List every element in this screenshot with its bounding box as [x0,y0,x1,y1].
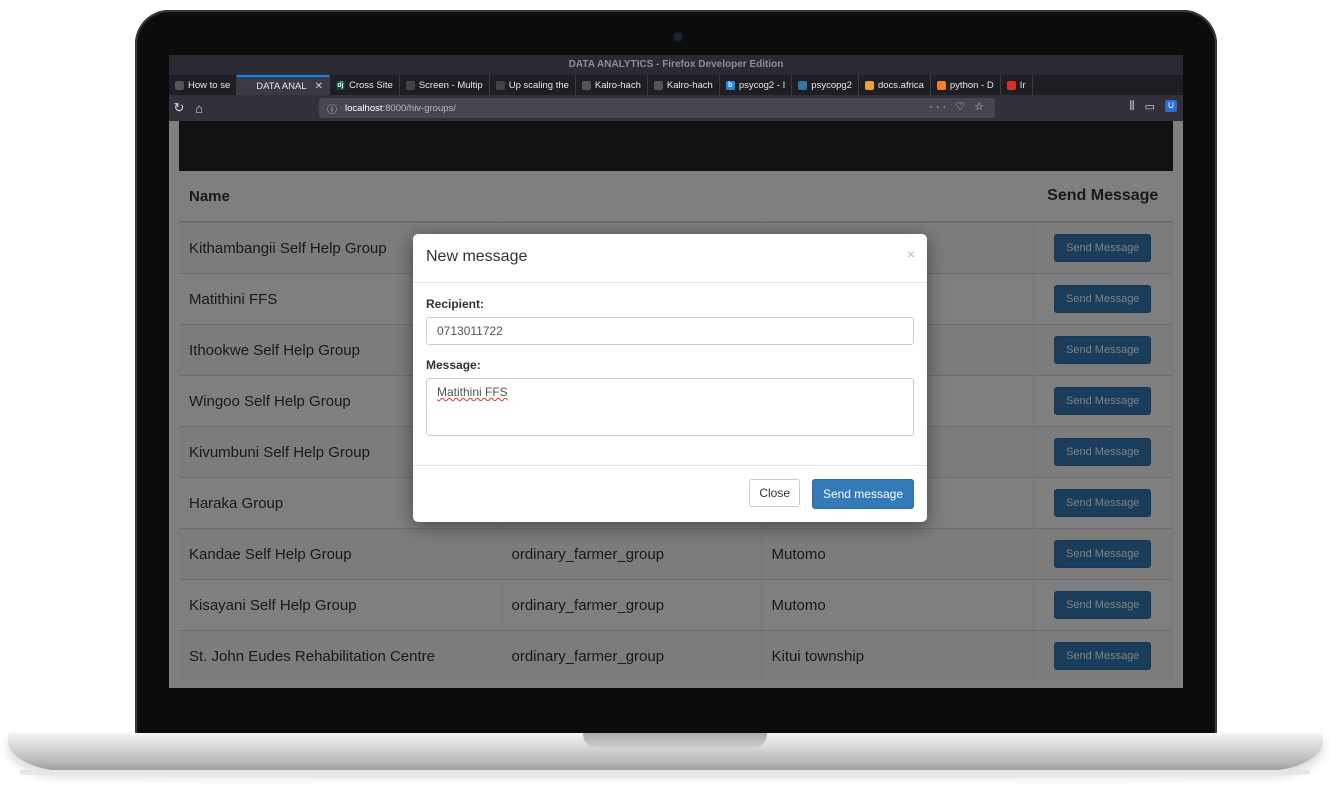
window-title: DATA ANALYTICS - Firefox Developer Editi… [169,55,1183,75]
favicon-icon [1006,80,1016,90]
tab-label: psycog2 - I [738,79,786,91]
home-icon[interactable]: ⌂ [189,101,209,116]
laptop-notch [583,733,767,748]
tab-1[interactable]: DATA ANAL ✕ [237,75,330,95]
favicon-icon [936,80,946,90]
info-icon[interactable]: ⓘ [327,101,337,116]
tab-6[interactable]: Kalro-hach [648,75,720,95]
tab-label: DATA ANAL [256,80,307,92]
webcam [674,33,682,41]
url-bar[interactable]: ⓘ localhost :8000/hiv-groups/ ··· ♡ ☆ [319,98,995,118]
tab-5[interactable]: Kalro-hach [576,75,648,95]
tab-label: Kalro-hach [666,79,713,91]
message-textarea[interactable]: Matithini FFS [426,378,914,436]
favicon-icon: b [725,80,735,90]
favicon-icon [405,80,415,90]
favicon-icon [864,80,874,90]
favicon-icon [653,80,663,90]
extension-icon[interactable]: U [1165,100,1177,112]
favicon-icon [175,80,184,90]
tab-label: psycopg2 [811,79,852,91]
close-button[interactable]: Close [749,479,800,507]
sidebar-icon[interactable]: ▭ [1145,100,1155,113]
browser-window: DATA ANALYTICS - Firefox Developer Editi… [169,55,1183,688]
modal-body: Recipient: Message: Matithini FFS [413,283,927,439]
tab-0[interactable]: How to se [169,75,238,95]
tab-label: How to se [188,79,231,91]
tab-9[interactable]: docs.africa [859,75,931,95]
tab-7[interactable]: b psycog2 - I [720,75,793,95]
tab-label: python - D [949,79,994,91]
tab-2[interactable]: dj Cross Site [330,75,400,95]
message-label: Message: [426,358,481,372]
tab-label: Kalro-hach [594,79,641,91]
favicon-icon [495,80,505,90]
page-content: Name Send Message Kithambangii Self Help… [169,121,1183,688]
tab-close-icon[interactable]: ✕ [315,81,323,92]
close-icon[interactable]: × [907,246,915,262]
favicon-icon [243,81,253,91]
tab-8[interactable]: psycopg2 [792,75,859,95]
favicon-icon [581,80,591,90]
tab-label: Ir [1019,79,1026,91]
favicon-icon: dj [335,80,345,90]
reload-icon[interactable]: ↻ [169,100,189,116]
modal-title: New message [426,248,528,265]
tab-3[interactable]: Screen - Multip [400,75,490,95]
page-actions-icons[interactable]: ··· ♡ ☆ [929,100,987,113]
tab-11[interactable]: Ir [1001,75,1033,95]
tab-4[interactable]: Up scaling the [490,75,576,95]
tab-bar: How to se DATA ANAL ✕ dj Cross Site Screen - … [169,75,1183,95]
tab-label: docs.africa [877,79,924,91]
send-message-button[interactable]: Send message [811,479,914,509]
favicon-icon [798,80,808,90]
url-host: localhost [345,102,383,114]
modal-footer: Close Send message [413,465,927,522]
recipient-input[interactable] [426,317,914,345]
modal-header: New message × [413,234,927,283]
tab-label: Cross Site [348,79,393,91]
laptop-shadow [20,770,1310,778]
browser-toolbar: ↻ ⌂ ⓘ localhost :8000/hiv-groups/ ··· ♡ … [169,95,1183,121]
tab-10[interactable]: python - D [931,75,1001,95]
tab-label: Up scaling the [508,79,569,91]
new-message-modal: New message × Recipient: Message: Matith… [413,234,927,522]
tab-label: Screen - Multip [418,79,483,91]
recipient-label: Recipient: [426,297,485,311]
library-icon[interactable]: ⫼ [1130,100,1135,113]
url-path: :8000/hiv-groups/ [382,102,456,114]
